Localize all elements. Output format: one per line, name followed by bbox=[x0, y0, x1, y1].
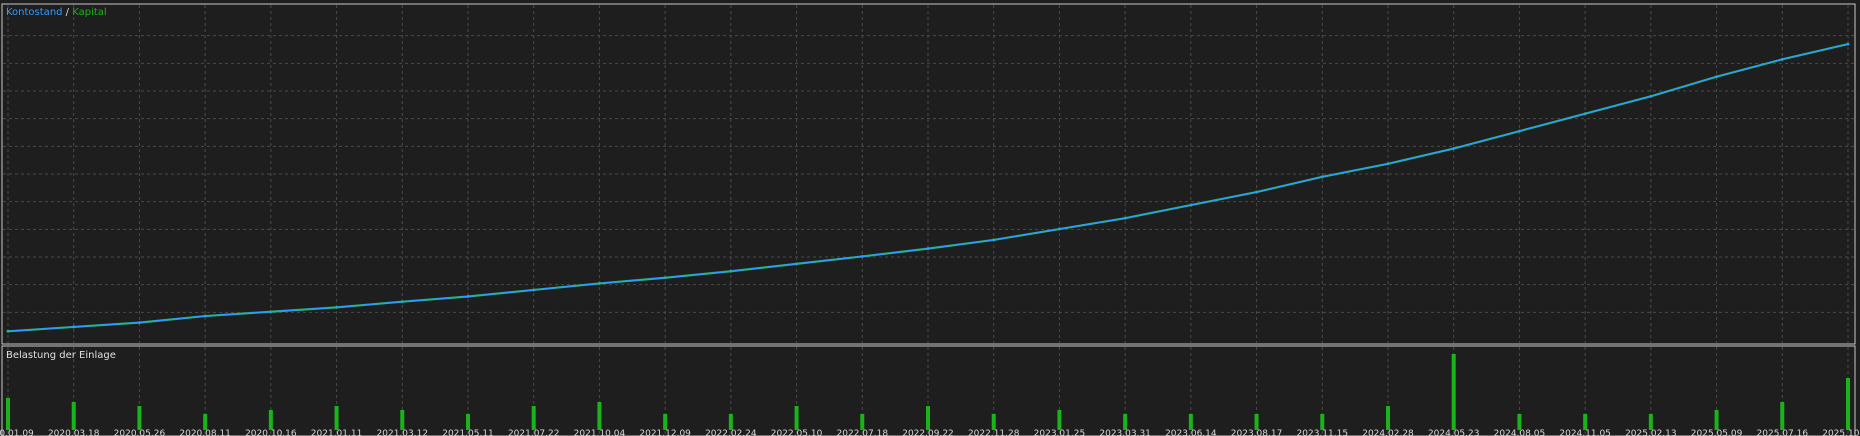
x-tick-label: 2020.03.18 bbox=[48, 429, 100, 436]
load-bar bbox=[1320, 414, 1325, 430]
x-tick-label: 2023.11.15 bbox=[1297, 429, 1349, 436]
legend: Kontostand / Kapital bbox=[6, 7, 107, 18]
x-tick-label: 2022.07.18 bbox=[837, 429, 889, 436]
x-tick-label: 2022.05.10 bbox=[771, 429, 823, 436]
load-bar bbox=[1057, 410, 1062, 430]
balance-point bbox=[926, 247, 930, 250]
balance-point bbox=[729, 270, 733, 273]
load-bar bbox=[1188, 414, 1193, 430]
balance-point bbox=[335, 306, 338, 309]
load-bar bbox=[1123, 414, 1128, 430]
x-tick-label: 2021.07.22 bbox=[508, 429, 560, 436]
balance-point bbox=[1189, 203, 1193, 207]
x-tick-label: 2024.02.28 bbox=[1362, 429, 1414, 436]
x-tick-label: 2021.10.04 bbox=[574, 429, 626, 436]
legend-balance-label: Kontostand bbox=[6, 7, 63, 18]
x-tick-label: 2023.06.14 bbox=[1165, 429, 1217, 436]
load-panel-title: Belastung der Einlage bbox=[6, 350, 116, 361]
load-bar bbox=[1386, 406, 1390, 430]
balance-point bbox=[203, 314, 207, 318]
balance-point bbox=[795, 262, 798, 266]
load-bar bbox=[6, 398, 10, 430]
x-axis-ticks: 2020.01.09 2020.03.18 2020.05.26 2020.08.11… bbox=[0, 429, 1860, 436]
load-bar bbox=[1517, 414, 1522, 430]
x-tick-label: 2025.07.16 bbox=[1757, 429, 1809, 436]
balance-point bbox=[1518, 129, 1521, 133]
x-tick-label: 2024.05.23 bbox=[1428, 429, 1480, 436]
x-tick-label: 2020.05.26 bbox=[114, 429, 166, 436]
balance-point bbox=[401, 300, 404, 303]
chart-canvas: 2020.01.09 2020.03.18 2020.05.26 2020.08.11… bbox=[0, 0, 1860, 436]
x-tick-label: 2022.02.24 bbox=[705, 429, 757, 436]
x-tick-label: 2023.08.17 bbox=[1231, 429, 1283, 436]
x-tick-label: 2023.01.25 bbox=[1034, 429, 1086, 436]
load-bar bbox=[203, 414, 208, 430]
balance-point bbox=[1058, 227, 1061, 231]
x-tick-label: 2021.05.11 bbox=[442, 429, 494, 436]
x-tick-label: 2025.02.13 bbox=[1625, 429, 1677, 436]
load-bar bbox=[531, 406, 536, 430]
balance-point bbox=[598, 282, 601, 285]
x-tick-label: 2021.03.12 bbox=[377, 429, 429, 436]
load-bar bbox=[728, 414, 733, 430]
x-tick-label: 2024.08.05 bbox=[1494, 429, 1546, 436]
balance-point bbox=[663, 276, 667, 279]
balance-point bbox=[466, 295, 470, 298]
x-tick-label: 2020.01.09 bbox=[0, 429, 34, 436]
x-tick-label: 2023.03.31 bbox=[1099, 429, 1151, 436]
balance-point bbox=[1649, 95, 1653, 98]
load-bar bbox=[137, 406, 142, 430]
load-bar bbox=[926, 406, 930, 430]
load-bar bbox=[794, 406, 799, 430]
x-tick-label: 2025.05.09 bbox=[1691, 429, 1743, 436]
balance-point bbox=[1255, 190, 1258, 194]
balance-point bbox=[1781, 58, 1784, 61]
balance-point bbox=[138, 321, 141, 324]
x-tick-label: 2022.11.28 bbox=[968, 429, 1020, 436]
balance-point bbox=[1846, 42, 1850, 46]
load-bar bbox=[991, 414, 996, 430]
load-bar bbox=[400, 410, 405, 430]
balance-point bbox=[72, 325, 75, 329]
load-bar bbox=[1780, 402, 1785, 430]
load-bar bbox=[71, 402, 76, 430]
load-bar bbox=[663, 414, 668, 430]
x-tick-label: 2024.11.05 bbox=[1559, 429, 1611, 436]
balance-point bbox=[992, 238, 995, 242]
balance-point bbox=[269, 310, 273, 313]
x-tick-label: 2020.08.11 bbox=[179, 429, 231, 436]
load-bar bbox=[1254, 414, 1259, 430]
balance-point bbox=[1123, 216, 1127, 220]
balance-point bbox=[1386, 162, 1390, 165]
balance-point bbox=[532, 288, 535, 292]
legend-equity-label: Kapital bbox=[72, 7, 106, 18]
load-bar bbox=[268, 410, 273, 430]
equity-chart: 2020.01.09 2020.03.18 2020.05.26 2020.08.11… bbox=[0, 0, 1860, 436]
load-bar bbox=[334, 406, 339, 430]
balance-point bbox=[1321, 175, 1324, 179]
x-tick-label: 2021.12.09 bbox=[639, 429, 691, 436]
load-bar bbox=[466, 414, 470, 430]
x-tick-label: 2022.09.22 bbox=[902, 429, 954, 436]
x-tick-label: 2020.10.16 bbox=[245, 429, 297, 436]
load-bar bbox=[1583, 414, 1588, 430]
load-bar bbox=[597, 402, 602, 430]
x-tick-label: 2025.10.09 bbox=[1822, 429, 1860, 436]
legend-separator: / bbox=[63, 7, 73, 18]
balance-point bbox=[861, 255, 864, 258]
chart-background bbox=[0, 0, 1860, 436]
balance-point bbox=[1452, 147, 1455, 150]
load-bar bbox=[1648, 414, 1653, 430]
balance-point bbox=[1583, 112, 1587, 115]
load-bar bbox=[1451, 354, 1456, 430]
load-bar bbox=[1846, 378, 1850, 430]
balance-point bbox=[1715, 75, 1718, 78]
x-tick-label: 2021.01.11 bbox=[311, 429, 363, 436]
load-bar bbox=[860, 414, 865, 430]
load-bar bbox=[1714, 410, 1719, 430]
balance-point bbox=[6, 330, 10, 333]
